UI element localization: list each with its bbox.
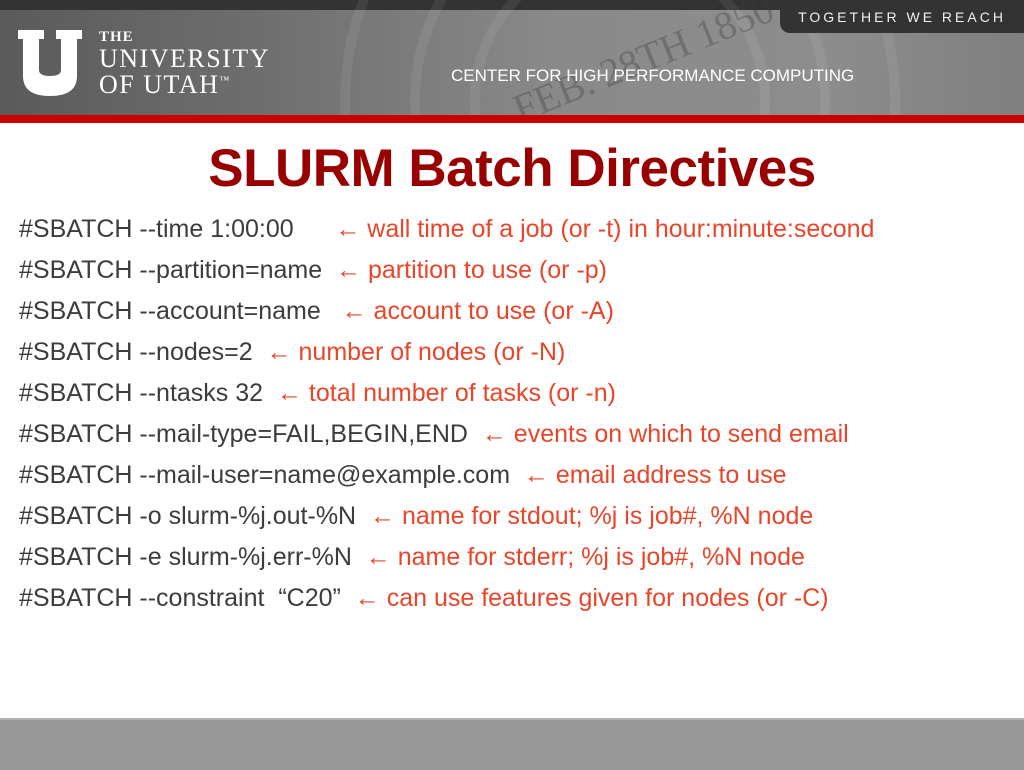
directive-description: account to use (or -A)	[373, 297, 614, 325]
directive-list: #SBATCH --time 1:00:00 ← wall time of a …	[19, 212, 874, 622]
directive-description: wall time of a job (or -t) in hour:minut…	[367, 215, 875, 243]
arrow-left-icon: ←	[523, 461, 556, 489]
directive-item: #SBATCH --mail-user=name@example.com ← e…	[19, 458, 874, 499]
directive-item: #SBATCH -e slurm-%j.err-%N ← name for st…	[19, 540, 874, 581]
arrow-left-icon: ←	[341, 297, 374, 325]
arrow-left-icon: ←	[365, 543, 398, 571]
directive-item: #SBATCH --ntasks 32 ← total number of ta…	[19, 376, 874, 417]
directive-command: #SBATCH --ntasks 32	[19, 379, 277, 407]
logo-the: THE	[99, 29, 134, 45]
directive-description: number of nodes (or -N)	[298, 338, 566, 366]
directive-command: #SBATCH --constraint “C20”	[19, 584, 355, 612]
slide-footer	[0, 718, 1024, 770]
logo-university: UNIVERSITY	[99, 44, 270, 73]
directive-description: name for stderr; %j is job#, %N node	[397, 543, 805, 571]
directive-command: #SBATCH --account=name	[19, 297, 342, 325]
slide-header: FEB. 28TH 1850 TOGETHER WE REACH THE UNI…	[0, 0, 1024, 118]
arrow-left-icon: ←	[481, 420, 514, 448]
directive-item: #SBATCH --time 1:00:00 ← wall time of a …	[19, 212, 874, 253]
block-u-icon	[18, 30, 82, 96]
directive-item: #SBATCH --account=name ← account to use …	[19, 294, 874, 335]
directive-description: total number of tasks (or -n)	[308, 379, 616, 407]
logo-of-utah: OF UTAH™	[99, 70, 231, 99]
accent-bar	[0, 115, 1024, 123]
department-name: CENTER FOR HIGH PERFORMANCE COMPUTING	[451, 66, 855, 85]
directive-item: #SBATCH -o slurm-%j.out-%N ← name for st…	[19, 499, 874, 540]
directive-command: #SBATCH --nodes=2	[19, 338, 267, 366]
directive-item: #SBATCH --nodes=2 ← number of nodes (or …	[19, 335, 874, 376]
directive-command: #SBATCH -o slurm-%j.out-%N	[19, 502, 370, 530]
directive-command: #SBATCH --time 1:00:00	[19, 215, 336, 243]
arrow-left-icon: ←	[335, 215, 368, 243]
arrow-left-icon: ←	[336, 256, 368, 284]
tagline: TOGETHER WE REACH	[780, 0, 1024, 33]
arrow-left-icon: ←	[354, 584, 387, 612]
university-logo: THE UNIVERSITY OF UTAH™	[18, 30, 270, 98]
directive-item: #SBATCH --mail-type=FAIL,BEGIN,END ← eve…	[19, 417, 874, 458]
directive-command: #SBATCH -e slurm-%j.err-%N	[19, 543, 366, 571]
directive-command: #SBATCH --mail-user=name@example.com	[19, 461, 524, 489]
arrow-left-icon: ←	[276, 379, 309, 407]
slide-title: SLURM Batch Directives	[208, 139, 816, 198]
directive-description: can use features given for nodes (or -C)	[386, 584, 829, 612]
directive-item: #SBATCH --partition=name ← partition to …	[19, 253, 874, 294]
arrow-left-icon: ←	[266, 338, 299, 366]
arrow-left-icon: ←	[370, 502, 402, 530]
directive-description: email address to use	[555, 461, 787, 489]
directive-command: #SBATCH --partition=name	[19, 256, 337, 284]
directive-description: name for stdout; %j is job#, %N node	[401, 502, 814, 530]
directive-description: partition to use (or -p)	[367, 256, 607, 284]
directive-description: events on which to send email	[513, 420, 849, 448]
directive-item: #SBATCH --constraint “C20” ← can use fea…	[19, 581, 874, 622]
directive-command: #SBATCH --mail-type=FAIL,BEGIN,END	[19, 420, 482, 448]
